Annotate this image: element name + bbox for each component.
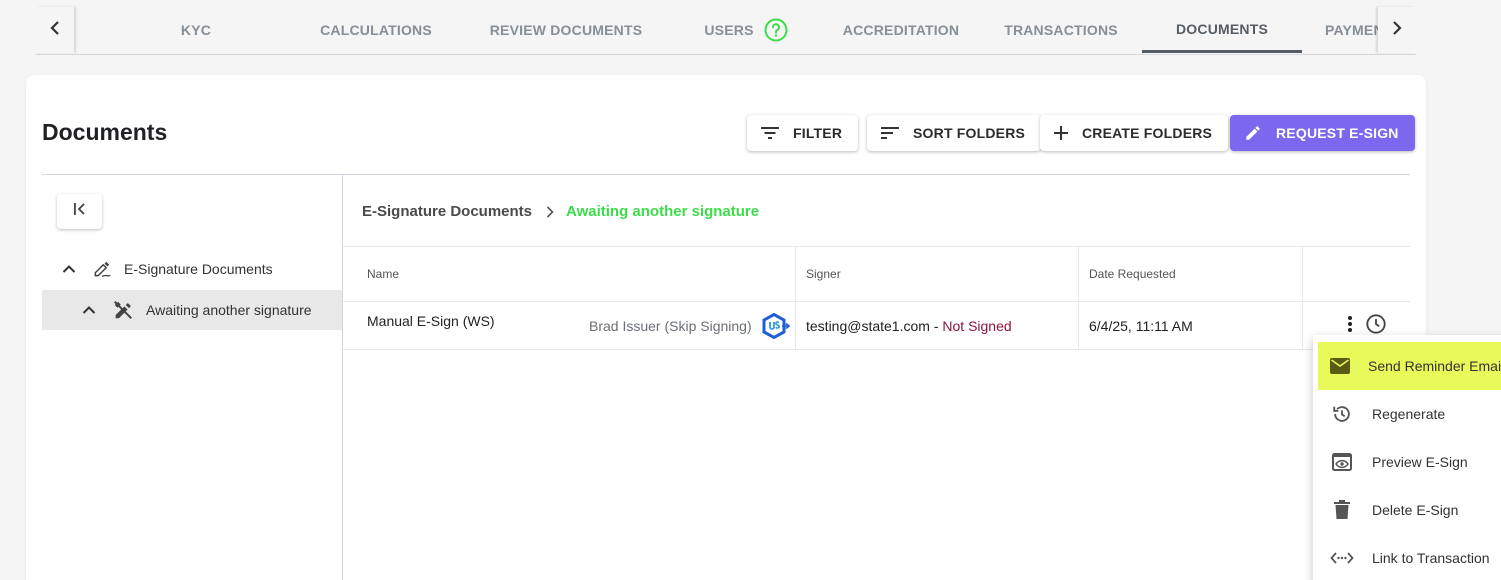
tab-label: PAYMENT METHODS bbox=[1325, 22, 1378, 38]
menu-item-link-to-transaction[interactable]: Link to Transaction bbox=[1318, 534, 1501, 580]
column-separator bbox=[1302, 302, 1303, 349]
tab-users[interactable]: USERS bbox=[676, 7, 816, 53]
provider-logo-icon bbox=[762, 312, 790, 339]
date-requested: 6/4/25, 11:11 AM bbox=[1089, 317, 1193, 334]
create-folders-label: CREATE FOLDERS bbox=[1082, 125, 1213, 141]
table-header: Name Signer Date Requested bbox=[343, 246, 1410, 302]
tab-label: CALCULATIONS bbox=[320, 22, 432, 38]
pencil-icon bbox=[1244, 124, 1262, 142]
signer-status: Not Signed bbox=[942, 317, 1012, 334]
chevron-up-icon[interactable] bbox=[82, 305, 98, 315]
sort-icon bbox=[881, 126, 899, 140]
tab-accreditation[interactable]: ACCREDITATION bbox=[826, 7, 976, 53]
signer-separator: - bbox=[929, 317, 943, 334]
tree-item-label: E-Signature Documents bbox=[124, 261, 273, 277]
menu-item-preview-e-sign[interactable]: Preview E-Sign bbox=[1318, 438, 1501, 486]
header-signer[interactable]: Signer bbox=[806, 247, 841, 301]
create-folders-button[interactable]: CREATE FOLDERS bbox=[1040, 115, 1229, 151]
page-title: Documents bbox=[42, 119, 168, 145]
documents-card: Documents FILTER SORT FOLDERS CREATE FOL… bbox=[26, 75, 1426, 580]
header-date-requested[interactable]: Date Requested bbox=[1089, 247, 1176, 301]
column-separator bbox=[795, 302, 796, 349]
preview-icon bbox=[1330, 453, 1354, 471]
collapse-sidebar-button[interactable] bbox=[57, 194, 102, 229]
signer-email: testing@state1.com bbox=[806, 317, 930, 334]
tab-scroll-left-button[interactable] bbox=[36, 7, 74, 53]
tab-scroll-right-button[interactable] bbox=[1378, 7, 1416, 53]
filter-button[interactable]: FILTER bbox=[747, 115, 859, 151]
tree-item-e-signature-documents[interactable]: E-Signature Documents bbox=[42, 249, 342, 289]
column-separator bbox=[1078, 247, 1079, 301]
signer-cell: testing@state1.com - Not Signed bbox=[806, 302, 1012, 349]
row-actions-menu: Send Reminder Email Regenerate Preview E… bbox=[1313, 335, 1501, 580]
tab-label: DOCUMENTS bbox=[1175, 20, 1269, 37]
request-esign-label: REQUEST E-SIGN bbox=[1276, 125, 1399, 141]
filter-label: FILTER bbox=[793, 125, 843, 141]
breadcrumb-root-link[interactable]: E-Signature Documents bbox=[362, 203, 532, 220]
column-separator bbox=[795, 247, 796, 301]
tab-label: ACCREDITATION bbox=[842, 22, 960, 38]
column-separator bbox=[1078, 302, 1079, 349]
more-vert-icon bbox=[1347, 315, 1353, 336]
tab-kyc[interactable]: KYC bbox=[136, 7, 256, 53]
tab-bar: KYC CALCULATIONS REVIEW DOCUMENTS USERS … bbox=[36, 7, 1416, 55]
tab-label: USERS bbox=[704, 22, 754, 38]
menu-item-label: Link to Transaction bbox=[1372, 550, 1490, 566]
tabs-viewport: KYC CALCULATIONS REVIEW DOCUMENTS USERS … bbox=[76, 7, 1378, 55]
tab-transactions[interactable]: TRANSACTIONS bbox=[986, 7, 1136, 53]
chevron-up-icon[interactable] bbox=[62, 264, 78, 274]
tab-review-documents[interactable]: REVIEW DOCUMENTS bbox=[476, 7, 656, 53]
header-name[interactable]: Name bbox=[367, 247, 399, 301]
mail-icon bbox=[1330, 358, 1350, 374]
column-separator bbox=[1302, 247, 1303, 301]
tab-documents[interactable]: DOCUMENTS bbox=[1142, 7, 1302, 53]
menu-item-label: Preview E-Sign bbox=[1372, 454, 1468, 470]
menu-item-send-reminder-email[interactable]: Send Reminder Email bbox=[1318, 342, 1501, 390]
request-esign-button[interactable]: REQUEST E-SIGN bbox=[1230, 115, 1415, 151]
pending-signature-icon bbox=[112, 299, 134, 321]
chevron-right-icon bbox=[1391, 20, 1403, 41]
menu-item-label: Delete E-Sign bbox=[1372, 502, 1459, 518]
menu-item-delete-e-sign[interactable]: Delete E-Sign bbox=[1318, 486, 1501, 534]
link-icon bbox=[1330, 551, 1354, 565]
collapse-left-icon bbox=[72, 202, 88, 221]
filter-icon bbox=[761, 126, 779, 140]
plus-icon bbox=[1054, 126, 1068, 140]
panel-divider bbox=[342, 175, 343, 580]
header-divider bbox=[42, 174, 1410, 175]
trash-icon bbox=[1330, 500, 1354, 520]
document-owner: Brad Issuer (Skip Signing) bbox=[589, 302, 790, 349]
tab-label: REVIEW DOCUMENTS bbox=[489, 22, 643, 38]
tab-label: KYC bbox=[180, 22, 212, 38]
history-icon bbox=[1330, 403, 1354, 425]
document-name[interactable]: Manual E-Sign (WS) bbox=[367, 302, 495, 349]
chevron-right-icon bbox=[546, 205, 554, 218]
sort-folders-label: SORT FOLDERS bbox=[913, 125, 1026, 141]
signature-icon bbox=[92, 259, 112, 279]
tree-item-label: Awaiting another signature bbox=[146, 302, 312, 318]
help-icon[interactable] bbox=[764, 18, 788, 42]
menu-item-label: Send Reminder Email bbox=[1368, 358, 1501, 374]
menu-item-regenerate[interactable]: Regenerate bbox=[1318, 390, 1501, 438]
tab-calculations[interactable]: CALCULATIONS bbox=[296, 7, 456, 53]
owner-name: Brad Issuer (Skip Signing) bbox=[589, 317, 752, 334]
breadcrumb-current: Awaiting another signature bbox=[566, 203, 760, 220]
breadcrumb: E-Signature Documents Awaiting another s… bbox=[362, 203, 759, 220]
tree-item-awaiting-another-signature[interactable]: Awaiting another signature bbox=[42, 290, 342, 330]
tab-label: TRANSACTIONS bbox=[1004, 22, 1118, 38]
chevron-left-icon bbox=[49, 20, 61, 41]
table-row[interactable]: Manual E-Sign (WS) Brad Issuer (Skip Sig… bbox=[343, 302, 1410, 350]
sort-folders-button[interactable]: SORT FOLDERS bbox=[867, 115, 1042, 151]
tab-payment-methods[interactable]: PAYMENT METHODS bbox=[1312, 7, 1378, 53]
menu-item-label: Regenerate bbox=[1372, 406, 1446, 422]
documents-table: Name Signer Date Requested Manual E-Sign… bbox=[343, 246, 1410, 350]
